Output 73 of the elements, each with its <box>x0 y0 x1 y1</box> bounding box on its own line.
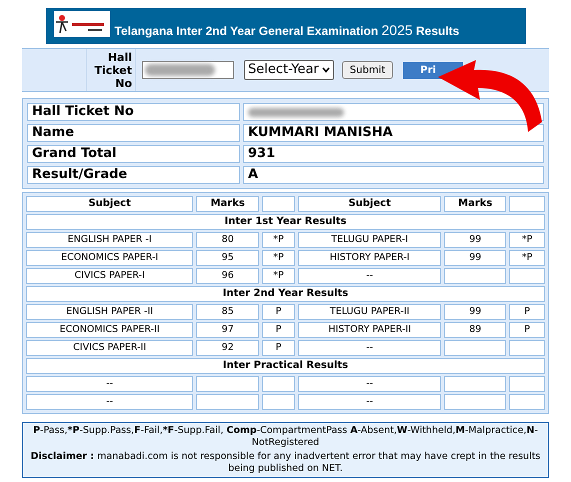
disclaimer-text: Disclaimer : manabadi.com is not responsible for any inadvertent error that may have crept in the results being published on NET. <box>30 451 540 474</box>
table-cell: 85 <box>196 304 260 320</box>
column-header: Marks <box>444 196 506 212</box>
table-cell: -- <box>298 268 442 284</box>
table-cell <box>509 268 545 284</box>
table-cell: *P <box>509 232 545 248</box>
table-cell <box>509 376 545 392</box>
table-cell: -- <box>298 376 442 392</box>
table-cell: P <box>262 340 295 356</box>
table-cell: -- <box>26 376 194 392</box>
column-header <box>262 196 295 212</box>
table-cell: 97 <box>196 322 260 338</box>
caret-icon <box>322 67 330 73</box>
table-cell: *P <box>262 250 295 266</box>
table-cell: P <box>262 322 295 338</box>
table-cell <box>444 376 506 392</box>
table-cell: ECONOMICS PAPER-II <box>26 322 194 338</box>
column-header <box>509 196 545 212</box>
hall-ticket-label: Hall Ticket No <box>86 49 136 91</box>
table-cell: P <box>262 304 295 320</box>
table-cell: CIVICS PAPER-II <box>26 340 194 356</box>
redacted-value-icon <box>145 64 215 76</box>
column-header: Marks <box>196 196 260 212</box>
table-cell <box>509 340 545 356</box>
table-cell: 99 <box>444 304 506 320</box>
table-cell <box>509 394 545 410</box>
table-cell <box>444 394 506 410</box>
table-cell: CIVICS PAPER-I <box>26 268 194 284</box>
section-heading: Inter 2nd Year Results <box>26 286 545 302</box>
column-header: Subject <box>298 196 442 212</box>
table-cell: ENGLISH PAPER -II <box>26 304 194 320</box>
table-cell: 99 <box>444 250 506 266</box>
table-cell: P <box>509 322 545 338</box>
table-cell: 96 <box>196 268 260 284</box>
table-cell: P <box>509 304 545 320</box>
table-cell: HISTORY PAPER-II <box>298 322 442 338</box>
table-cell <box>444 340 506 356</box>
table-cell: -- <box>26 394 194 410</box>
info-label: Grand Total <box>27 145 240 163</box>
table-cell: *P <box>262 232 295 248</box>
hall-ticket-input[interactable] <box>142 61 234 79</box>
table-cell <box>262 394 295 410</box>
info-label: Name <box>27 124 240 142</box>
table-cell: HISTORY PAPER-I <box>298 250 442 266</box>
info-value: A <box>243 166 544 184</box>
year-select[interactable]: Select-Year <box>244 60 334 80</box>
table-cell: -- <box>298 340 442 356</box>
table-cell: ECONOMICS PAPER-I <box>26 250 194 266</box>
info-value: KUMMARI MANISHA <box>243 124 544 142</box>
table-cell: TELUGU PAPER-I <box>298 232 442 248</box>
table-cell <box>262 376 295 392</box>
table-cell: TELUGU PAPER-II <box>298 304 442 320</box>
table-cell <box>196 376 260 392</box>
info-label: Hall Ticket No <box>27 103 240 121</box>
submit-button[interactable]: Submit <box>342 61 394 79</box>
table-cell: ENGLISH PAPER -I <box>26 232 194 248</box>
table-cell: 95 <box>196 250 260 266</box>
banner-title: Telangana Inter 2nd Year General Examination 2025 Results <box>114 21 460 40</box>
table-cell <box>444 268 506 284</box>
info-value: 931 <box>243 145 544 163</box>
table-cell: 80 <box>196 232 260 248</box>
info-label: Result/Grade <box>27 166 240 184</box>
table-cell: 92 <box>196 340 260 356</box>
table-cell: *P <box>262 268 295 284</box>
section-heading: Inter 1st Year Results <box>26 214 545 230</box>
table-cell <box>196 394 260 410</box>
logo-icon <box>54 11 110 37</box>
column-header: Subject <box>26 196 194 212</box>
table-cell: 99 <box>444 232 506 248</box>
table-cell: 89 <box>444 322 506 338</box>
table-cell: -- <box>298 394 442 410</box>
section-heading: Inter Practical Results <box>26 358 545 374</box>
table-cell: *P <box>509 250 545 266</box>
